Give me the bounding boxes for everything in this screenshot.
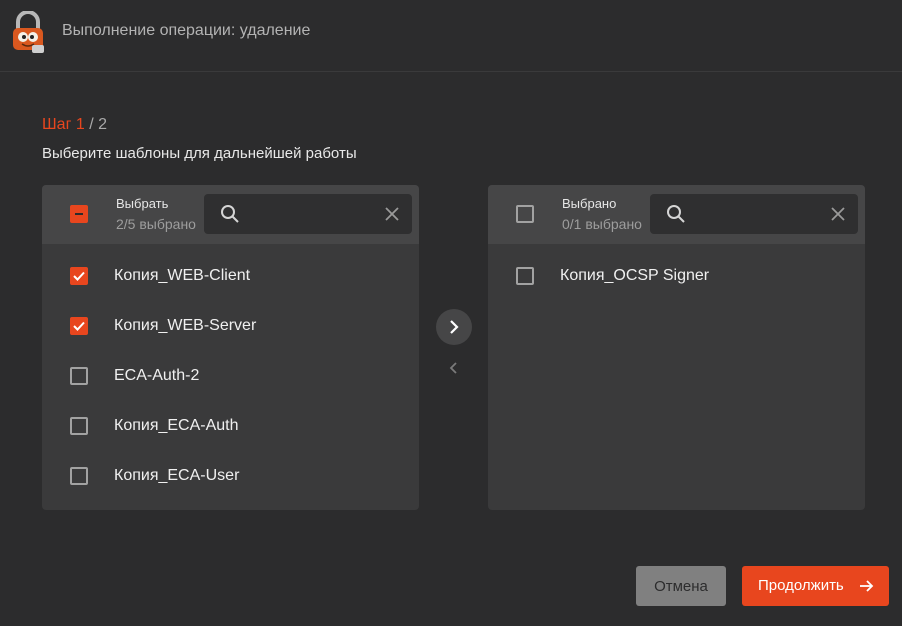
item-checkbox[interactable] <box>70 467 88 485</box>
select-all-selected-checkbox[interactable] <box>516 205 534 223</box>
step-total: 2 <box>98 116 107 133</box>
move-left-button[interactable] <box>444 358 464 378</box>
available-search-box <box>204 194 412 234</box>
cancel-button[interactable]: Отмена <box>636 566 726 606</box>
list-item[interactable]: Копия_ECA-User <box>42 451 419 501</box>
selected-count: 0/1 выбрано <box>562 216 642 232</box>
selected-search-input[interactable] <box>694 194 814 234</box>
item-checkbox[interactable] <box>70 267 88 285</box>
step-separator: / <box>84 116 99 133</box>
chevron-left-icon <box>449 362 457 374</box>
item-checkbox[interactable] <box>516 267 534 285</box>
selected-list-panel: Выбрано 0/1 выбрано Копия_OCSP Signer <box>488 185 865 510</box>
chevron-right-icon <box>450 320 459 334</box>
item-checkbox[interactable] <box>70 417 88 435</box>
step-indicator: Шаг 1 / 2 <box>42 116 107 134</box>
item-label: Копия_OCSP Signer <box>560 267 710 284</box>
continue-button-label: Продолжить <box>758 577 844 594</box>
item-label: Копия_WEB-Server <box>114 317 257 334</box>
selected-list-header: Выбрано 0/1 выбрано <box>488 185 865 244</box>
move-right-button[interactable] <box>436 309 472 345</box>
clear-search-icon[interactable] <box>831 207 845 221</box>
available-selected-count: 2/5 выбрано <box>116 216 196 232</box>
available-list-title: Выбрать <box>116 196 169 211</box>
available-search-input[interactable] <box>248 194 368 234</box>
search-icon <box>221 205 239 223</box>
list-item[interactable]: ECA-Auth-2 <box>42 351 419 401</box>
available-list-panel: Выбрать 2/5 выбрано Копия_WEB-Client Коп… <box>42 185 419 510</box>
padlock-mascot-icon <box>8 10 48 55</box>
item-label: Копия_ECA-Auth <box>114 417 239 434</box>
list-item[interactable]: Копия_ECA-Auth <box>42 401 419 451</box>
continue-button[interactable]: Продолжить <box>742 566 889 606</box>
step-current: Шаг 1 <box>42 116 85 133</box>
item-label: ECA-Auth-2 <box>114 367 200 384</box>
arrow-right-icon <box>860 580 874 592</box>
item-label: Копия_WEB-Client <box>114 267 251 284</box>
list-item[interactable]: Копия_WEB-Server <box>42 301 419 351</box>
list-item[interactable]: Копия_WEB-Client <box>42 251 419 301</box>
item-label: Копия_ECA-User <box>114 467 240 484</box>
page-title: Выполнение операции: удаление <box>62 22 311 39</box>
available-list-header: Выбрать 2/5 выбрано <box>42 185 419 244</box>
item-checkbox[interactable] <box>70 367 88 385</box>
list-item[interactable]: Копия_OCSP Signer <box>488 251 865 301</box>
search-icon <box>667 205 685 223</box>
header-bar: Выполнение операции: удаление <box>0 0 902 72</box>
selected-search-box <box>650 194 858 234</box>
clear-search-icon[interactable] <box>385 207 399 221</box>
item-checkbox[interactable] <box>70 317 88 335</box>
instruction-text: Выберите шаблоны для дальнейшей работы <box>42 145 357 162</box>
select-all-checkbox[interactable] <box>70 205 88 223</box>
selected-list-title: Выбрано <box>562 196 617 211</box>
